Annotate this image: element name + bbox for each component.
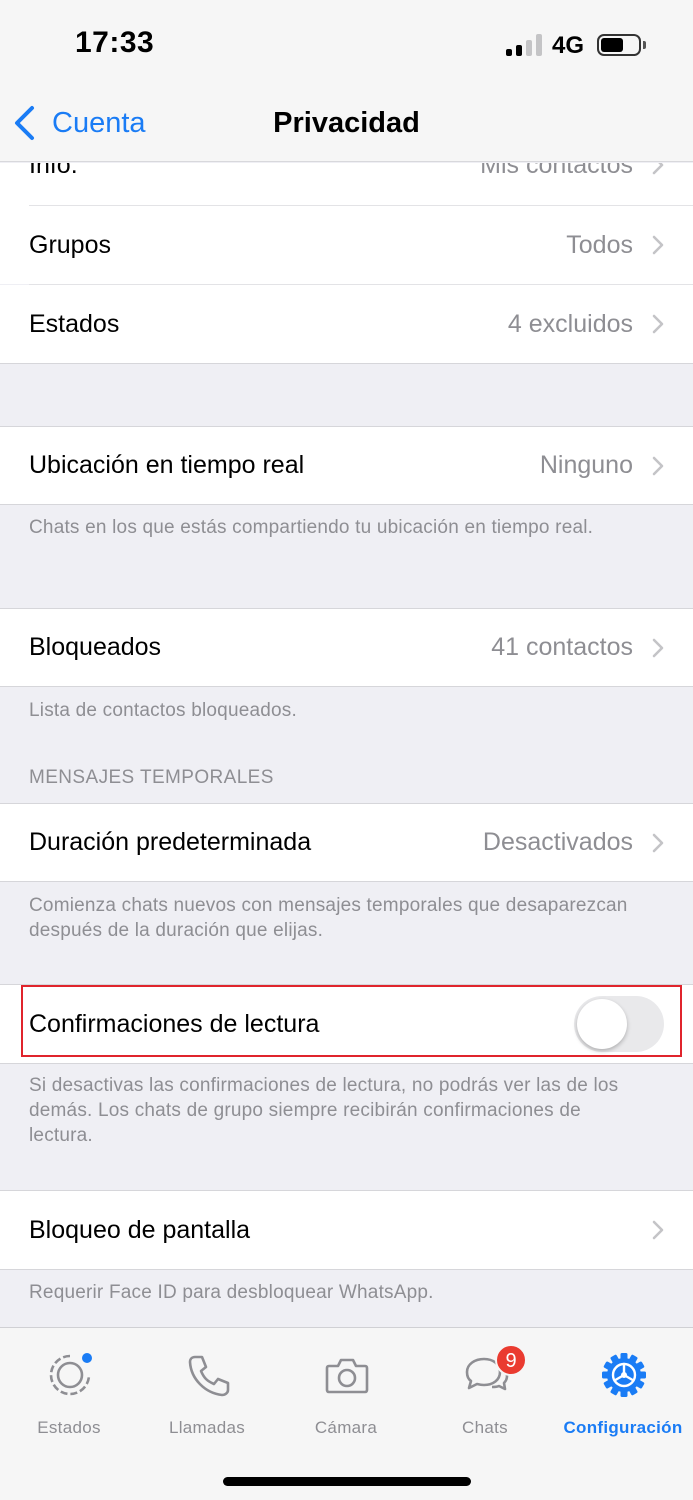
row-confirmaciones-lectura[interactable]: Confirmaciones de lectura: [0, 985, 693, 1063]
chevron-right-icon: [652, 235, 664, 255]
chevron-right-icon: [652, 314, 664, 334]
back-button[interactable]: Cuenta: [12, 92, 146, 154]
tab-estados-label: Estados: [37, 1418, 101, 1437]
divider: [0, 363, 693, 364]
chevron-right-icon: [652, 638, 664, 657]
row-info-label: Info.: [29, 163, 78, 179]
tab-camara-label: Cámara: [314, 1418, 378, 1437]
row-bloqueo-pantalla-label: Bloqueo de pantalla: [29, 1215, 251, 1244]
chevron-left-icon: [15, 106, 34, 140]
toggle-knob: [577, 999, 627, 1049]
chats-unread-badge: 9: [495, 1344, 527, 1376]
phone-icon: [188, 1355, 230, 1397]
footnote-ubicacion: Chats en los que estás compartiendo tu u…: [29, 517, 594, 538]
divider: [0, 686, 693, 687]
tab-estados[interactable]: Estados: [0, 1340, 138, 1440]
row-bloqueados[interactable]: Bloqueados 41 contactos: [0, 609, 693, 686]
row-duracion-predeterminada[interactable]: Duración predeterminada Desactivados: [0, 804, 693, 881]
row-estados[interactable]: Estados 4 excluidos: [0, 285, 693, 363]
row-grupos-value: Todos: [566, 230, 633, 259]
status-icon: [49, 1353, 92, 1396]
row-bloqueo-pantalla[interactable]: Bloqueo de pantalla: [0, 1191, 693, 1269]
row-estados-label: Estados: [29, 309, 120, 338]
footnote-duracion: Comienza chats nuevos con mensajes tempo…: [29, 895, 628, 941]
privacy-settings-list[interactable]: Info. Mis contactos Grupos Todos Estados…: [0, 163, 693, 1327]
tab-camara[interactable]: Cámara: [277, 1340, 415, 1440]
footnote-bloqueo-pantalla: Requerir Face ID para desbloquear WhatsA…: [29, 1282, 434, 1303]
tab-llamadas[interactable]: Llamadas: [138, 1340, 276, 1440]
tab-llamadas-label: Llamadas: [168, 1418, 246, 1437]
row-bloqueados-value: 41 contactos: [491, 633, 633, 661]
row-ubicacion-value: Ninguno: [539, 451, 633, 479]
divider: [0, 1269, 693, 1270]
row-ubicacion-tiempo-real[interactable]: Ubicación en tiempo real Ninguno: [0, 427, 693, 504]
network-type: 4G: [552, 32, 585, 59]
chevron-right-icon: [652, 833, 664, 852]
tab-configuracion[interactable]: Configuración: [554, 1340, 692, 1440]
back-button-label: Cuenta: [52, 106, 146, 139]
signal-strength-icon: [506, 34, 542, 56]
camera-icon: [325, 1358, 369, 1394]
footnote-confirmaciones: Si desactivas las confirmaciones de lect…: [29, 1075, 619, 1146]
row-grupos[interactable]: Grupos Todos: [0, 206, 693, 284]
tab-chats[interactable]: 9 Chats: [416, 1340, 554, 1440]
tab-bar: Estados Llamadas Cámara 9 Chats Configur…: [0, 1327, 693, 1500]
row-duracion-value: Desactivados: [482, 828, 633, 856]
tab-configuracion-label: Configuración: [563, 1418, 683, 1437]
status-bar: 17:33 4G: [0, 0, 693, 92]
row-ubicacion-label: Ubicación en tiempo real: [29, 451, 305, 479]
divider: [0, 881, 693, 882]
home-indicator[interactable]: [223, 1477, 471, 1486]
battery-cap: [643, 41, 646, 49]
row-info[interactable]: Info. Mis contactos: [0, 163, 693, 207]
divider: [0, 1063, 693, 1064]
row-estados-value: 4 excluidos: [507, 309, 633, 338]
navigation-bar: Privacidad Cuenta: [0, 92, 693, 162]
divider: [0, 504, 693, 505]
row-confirmaciones-label: Confirmaciones de lectura: [29, 1009, 320, 1038]
battery-icon: [597, 34, 641, 56]
row-duracion-label: Duración predeterminada: [29, 828, 312, 856]
chevron-right-icon: [652, 163, 664, 175]
chevron-right-icon: [652, 1220, 664, 1240]
section-header-mensajes-temporales: MENSAJES TEMPORALES: [29, 767, 274, 788]
row-grupos-label: Grupos: [29, 230, 111, 259]
chevron-right-icon: [652, 456, 664, 475]
footnote-bloqueados: Lista de contactos bloqueados.: [29, 700, 297, 721]
gear-icon: [602, 1353, 646, 1397]
tab-chats-label: Chats: [462, 1418, 508, 1437]
status-time: 17:33: [75, 26, 155, 59]
read-receipts-toggle[interactable]: [574, 996, 664, 1052]
row-bloqueados-label: Bloqueados: [29, 633, 162, 661]
row-info-value: Mis contactos: [480, 163, 633, 179]
